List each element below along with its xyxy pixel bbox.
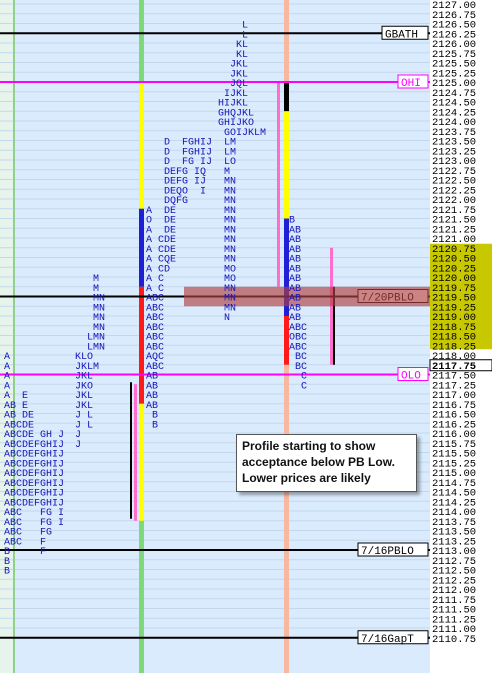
tpo-row: J: [75, 440, 81, 451]
reference-label: OHI: [401, 78, 421, 90]
reference-label: 7/16PBLO: [361, 546, 414, 558]
reference-label: GBATH: [385, 29, 418, 41]
profile-3-pink-bar: [277, 82, 280, 287]
tpo-row: C: [289, 381, 307, 392]
profile-3-range-segment: [284, 111, 289, 151]
reference-label: OLO: [401, 371, 421, 383]
tpo-row: B: [4, 567, 10, 578]
tpo-row: B F: [4, 547, 46, 558]
profile-2-range-segment: [139, 403, 144, 521]
annotation-line-2: acceptance below PB Low.: [242, 455, 395, 469]
profile-1-range-bar-edge: [130, 382, 132, 519]
profile-2-range-segment: [139, 179, 144, 209]
profile-3-range-segment: [284, 150, 289, 219]
price-tick-label: 2110.75: [432, 634, 476, 646]
annotation-callout: Profile starting to show acceptance belo…: [236, 434, 417, 492]
profile-3-range-segment: [284, 82, 289, 112]
profile-2-range-segment: [139, 208, 144, 287]
annotation-line-1: Profile starting to show: [242, 439, 376, 453]
profile-1-range-bar: [134, 384, 137, 521]
annotation-line-3: Lower prices are likely: [242, 471, 371, 485]
profile-2-range-segment: [139, 286, 144, 404]
profile-2-range-segment: [139, 82, 144, 180]
tpo-row: B: [146, 420, 158, 431]
market-profile-chart: GBATHOHI7/20PBLOOLO7/16PBLO7/16GapT AAAA…: [0, 0, 492, 673]
current-price-label: 2117.75: [432, 361, 476, 373]
reference-label: 7/16GapT: [361, 634, 414, 646]
